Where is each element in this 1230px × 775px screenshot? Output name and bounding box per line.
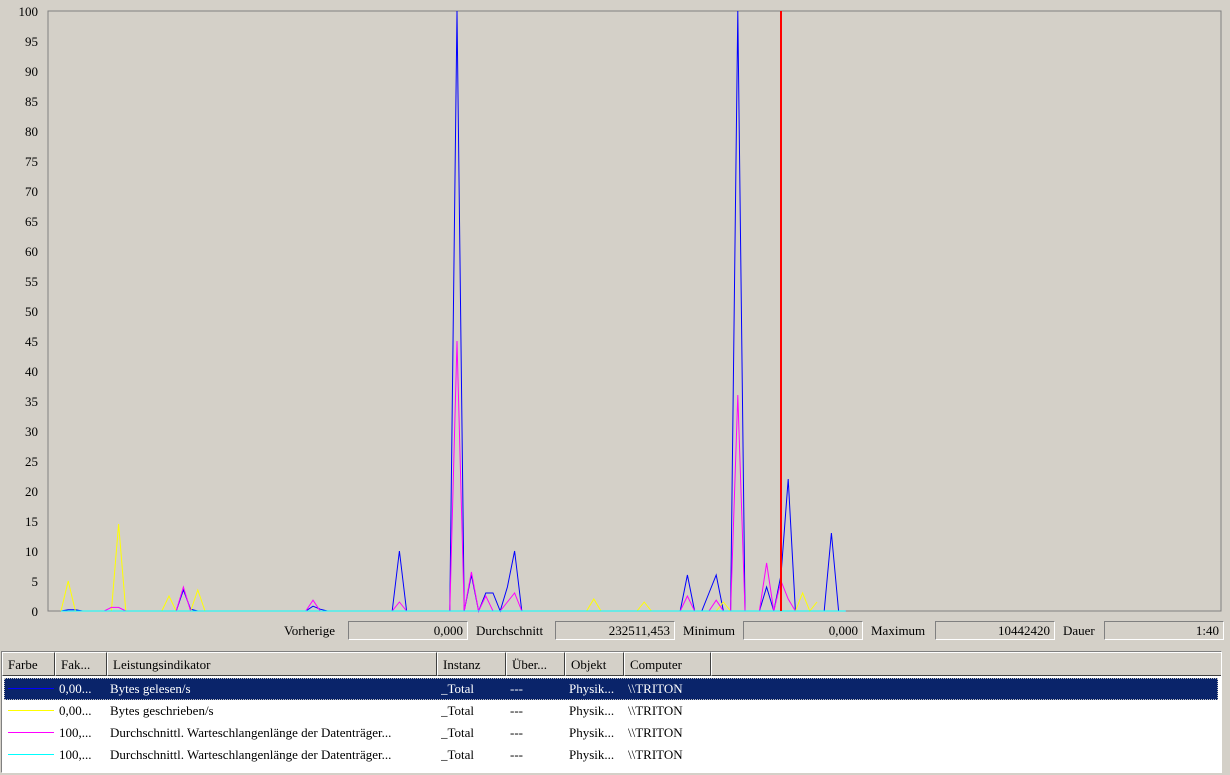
chart-svg: 0 5 10 15 20 25 30 35 40 45 50 55 60 65 70 75 80 85 90 95 10… (19, 4, 1222, 619)
cell-instance: _Total (441, 725, 475, 740)
previous-label: Vorherige (284, 623, 336, 638)
y-tick-label: 40 (25, 364, 38, 379)
color-swatch (8, 754, 54, 755)
minimum-label: Minimum (683, 623, 736, 638)
y-tick-label: 90 (25, 64, 38, 79)
y-tick-label: 85 (25, 94, 38, 109)
cell-instance: _Total (441, 747, 475, 762)
cell-factor: 0,00... (59, 681, 92, 696)
counter-list[interactable]: Farbe Fak... Leistungsindikator Instanz … (1, 651, 1222, 773)
cell-instance: _Total (441, 703, 475, 718)
y-tick-label: 25 (25, 454, 38, 469)
y-tick-label: 55 (25, 274, 38, 289)
list-item[interactable]: 0,00... Bytes geschrieben/s _Total --- Physi… (4, 700, 1218, 722)
cell-counter: Durchschnittl. Warteschlangenlänge der D… (110, 747, 392, 762)
y-tick-label: 20 (25, 484, 38, 499)
cell-parent: --- (510, 703, 523, 718)
cell-object: Physik... (569, 725, 615, 740)
average-label: Durchschnitt (476, 623, 544, 638)
cell-computer: \\TRITON (628, 681, 683, 696)
cell-counter: Bytes geschrieben/s (110, 703, 214, 718)
y-tick-label: 50 (25, 304, 38, 319)
maximum-value: 10442420 (935, 621, 1055, 640)
cell-computer: \\TRITON (628, 747, 683, 762)
cell-object: Physik... (569, 747, 615, 762)
cell-parent: --- (510, 747, 523, 762)
cell-counter: Durchschnittl. Warteschlangenlänge der D… (110, 725, 392, 740)
header-color[interactable]: Farbe (2, 652, 55, 676)
header-instance[interactable]: Instanz (437, 652, 506, 676)
header-factor[interactable]: Fak... (55, 652, 107, 676)
y-tick-label: 100 (19, 4, 39, 19)
y-tick-label: 15 (25, 514, 38, 529)
y-tick-label: 65 (25, 214, 38, 229)
y-tick-label: 45 (25, 334, 38, 349)
list-item[interactable]: 100,... Durchschnittl. Warteschlangenläng… (4, 744, 1218, 766)
y-tick-label: 70 (25, 184, 38, 199)
minimum-value: 0,000 (743, 621, 863, 640)
plot-area (47, 10, 1222, 612)
header-computer[interactable]: Computer (624, 652, 711, 676)
color-swatch (8, 732, 54, 733)
y-tick-label: 5 (32, 574, 39, 589)
average-value: 232511,453 (555, 621, 675, 640)
header-counter[interactable]: Leistungsindikator (107, 652, 437, 676)
y-tick-label: 95 (25, 34, 38, 49)
header-empty (711, 652, 1221, 676)
y-tick-label: 30 (25, 424, 38, 439)
y-tick-label: 75 (25, 154, 38, 169)
y-tick-label: 0 (32, 604, 39, 619)
header-object[interactable]: Objekt (565, 652, 624, 676)
cell-computer: \\TRITON (628, 725, 683, 740)
cell-object: Physik... (569, 703, 615, 718)
cell-instance: _Total (441, 681, 475, 696)
cell-factor: 0,00... (59, 703, 92, 718)
cell-counter: Bytes gelesen/s (110, 681, 191, 696)
previous-value: 0,000 (348, 621, 468, 640)
cell-object: Physik... (569, 681, 615, 696)
cell-computer: \\TRITON (628, 703, 683, 718)
duration-label: Dauer (1063, 623, 1095, 638)
color-swatch (8, 710, 54, 711)
performance-chart: 0 5 10 15 20 25 30 35 40 45 50 55 60 65 70 75 80 85 90 95 10… (0, 0, 1230, 622)
list-item[interactable]: 0,00... Bytes gelesen/s _Total --- Physik...… (4, 678, 1218, 700)
duration-value: 1:40 (1104, 621, 1224, 640)
color-swatch (8, 688, 54, 689)
header-parent[interactable]: Über... (506, 652, 565, 676)
list-item[interactable]: 100,... Durchschnittl. Warteschlangenläng… (4, 722, 1218, 744)
cell-factor: 100,... (59, 725, 92, 740)
statistics-bar: Vorherige 0,000 Durchschnitt 232511,453 … (0, 619, 1230, 645)
cell-parent: --- (510, 725, 523, 740)
maximum-label: Maximum (871, 623, 926, 638)
cell-parent: --- (510, 681, 523, 696)
y-tick-label: 60 (25, 244, 38, 259)
list-header: Farbe Fak... Leistungsindikator Instanz … (2, 652, 1221, 676)
y-tick-label: 80 (25, 124, 38, 139)
y-tick-label: 10 (25, 544, 38, 559)
cell-factor: 100,... (59, 747, 92, 762)
y-tick-label: 35 (25, 394, 38, 409)
